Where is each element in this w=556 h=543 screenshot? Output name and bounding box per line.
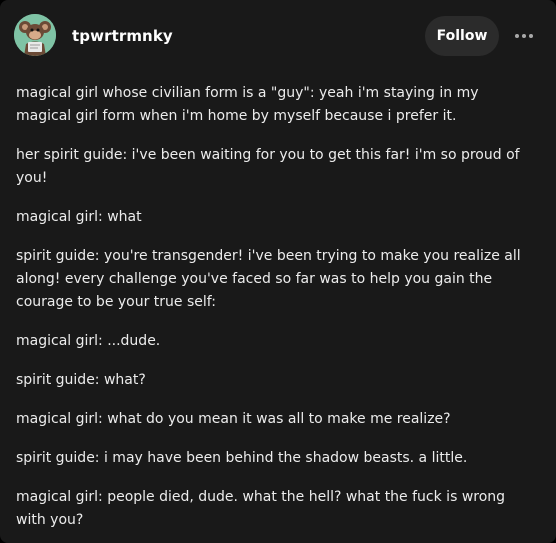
post-paragraph: spirit guide: you're transgender! i've b… bbox=[16, 248, 521, 310]
dot bbox=[515, 34, 519, 38]
post-paragraph: magical girl: ...dude. bbox=[16, 333, 161, 349]
post-body: magical girl whose civilian form is a "g… bbox=[16, 82, 536, 543]
username[interactable]: tpwrtrmnky bbox=[72, 26, 173, 46]
more-options-icon[interactable] bbox=[506, 20, 542, 52]
dot bbox=[529, 34, 533, 38]
post-paragraph: magical girl: people died, dude. what th… bbox=[16, 489, 506, 528]
post-paragraph: spirit guide: i may have been behind the… bbox=[16, 450, 468, 466]
post-paragraph: spirit guide: what? bbox=[16, 372, 146, 388]
post-paragraph: her spirit guide: i've been waiting for … bbox=[16, 147, 520, 186]
post-header: tpwrtrmnky Follow bbox=[0, 0, 556, 72]
follow-button[interactable]: Follow bbox=[425, 16, 499, 56]
avatar[interactable] bbox=[14, 14, 56, 56]
post-paragraph: magical girl whose civilian form is a "g… bbox=[16, 85, 479, 124]
post-paragraph: magical girl: what do you mean it was al… bbox=[16, 411, 451, 427]
post-card: tpwrtrmnky Follow magical girl whose civ… bbox=[0, 0, 556, 543]
monkey-avatar-icon bbox=[14, 14, 56, 56]
dot bbox=[522, 34, 526, 38]
post-paragraph: magical girl: what bbox=[16, 209, 142, 225]
